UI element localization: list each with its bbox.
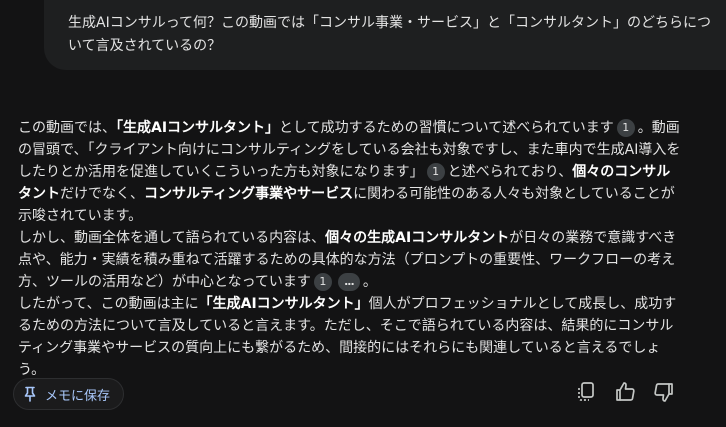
response-paragraph-2: しかし、動画全体を通して語られている内容は、個々の生成AIコンサルタントが日々の… bbox=[18, 227, 682, 293]
response-text-segment: この動画では、 bbox=[18, 120, 116, 136]
citation-chip[interactable]: 1 bbox=[426, 163, 445, 181]
user-message-line-2: いて言及されているの？ bbox=[68, 38, 222, 54]
response-text-segment: しかし、動画全体を通して語られている内容は、 bbox=[18, 230, 326, 246]
response-text-segment: と述べられており、 bbox=[447, 164, 573, 180]
response-bold-segment: 「生成AIコンサルタント」 bbox=[198, 296, 369, 312]
thumbs-down-icon[interactable] bbox=[652, 380, 676, 404]
copy-icon[interactable] bbox=[574, 380, 598, 404]
thumbs-up-icon[interactable] bbox=[613, 380, 637, 404]
save-to-memo-button[interactable]: メモに保存 bbox=[13, 378, 125, 410]
response-text: この動画では、「生成AIコンサルタント」として成功するための習慣について述べられ… bbox=[18, 117, 682, 381]
citation-chip[interactable]: 1 bbox=[313, 273, 332, 291]
response-text-segment: として成功するための習慣について述べられています bbox=[279, 120, 614, 136]
citation-more-chip[interactable]: ... bbox=[337, 273, 360, 291]
citation-chip[interactable]: 1 bbox=[616, 119, 635, 137]
response-bold-segment: 「生成AIコンサルタント」 bbox=[116, 120, 280, 136]
user-message-bubble: 生成AIコンサルって何？この動画では「コンサル事業・サービス」と「コンサルタント… bbox=[44, 0, 726, 70]
response-text-segment: だけでなく、 bbox=[60, 186, 144, 202]
save-to-memo-label: メモに保存 bbox=[45, 388, 111, 404]
response-bold-segment: コンサルティング事業やサービス bbox=[144, 186, 354, 202]
response-bold-segment: 個々の生成AIコンサルタント bbox=[325, 230, 510, 246]
response-text-segment: したがって、この動画は主に bbox=[18, 296, 199, 312]
response-paragraph-1: この動画では、「生成AIコンサルタント」として成功するための習慣について述べられ… bbox=[18, 117, 682, 227]
response-paragraph-3: したがって、この動画は主に「生成AIコンサルタント」個人がプロフェッショナルとし… bbox=[18, 293, 682, 381]
user-message-line-1: 生成AIコンサルって何？この動画では「コンサル事業・サービス」と「コンサルタント… bbox=[68, 15, 712, 31]
pin-icon bbox=[23, 386, 37, 402]
response-text-segment: 。 bbox=[362, 274, 377, 290]
